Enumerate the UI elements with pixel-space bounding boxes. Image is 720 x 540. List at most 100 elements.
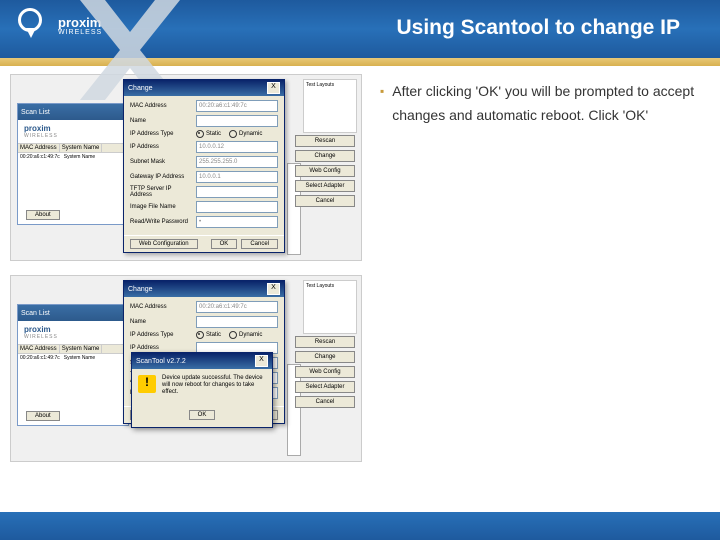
rescan-button[interactable]: Rescan: [295, 336, 355, 348]
scan-logo-sub: WIRELESS: [24, 133, 122, 139]
label-ip: IP Address: [130, 144, 192, 150]
table-row[interactable]: 00:20:a6:c1:49:7c System Name: [18, 153, 128, 161]
label-mac: MAC Address: [130, 304, 192, 310]
change-dialog-titlebar: Change X: [124, 80, 284, 96]
side-buttons: Rescan Change Web Config Select Adapter …: [295, 336, 355, 408]
scan-logo-brand: proxim: [24, 325, 122, 334]
web-config-button[interactable]: Web Configuration: [130, 239, 198, 249]
name-field[interactable]: [196, 316, 278, 328]
table-row[interactable]: 00:20:a6:c1:49:7c System Name: [18, 354, 128, 362]
mac-field[interactable]: 00:20:a6:c1:49:7c: [196, 301, 278, 313]
label-iptype: IP Address Type: [130, 131, 192, 137]
scan-logo-brand: proxim: [24, 124, 122, 133]
radio-dot-icon: [229, 331, 237, 339]
ok-button[interactable]: OK: [211, 239, 238, 249]
bullet-text: After clicking 'OK' you will be prompted…: [392, 80, 700, 128]
about-button[interactable]: About: [26, 411, 60, 421]
slide-content: Test Layouts Scan List proxim WIRELESS M…: [0, 66, 720, 510]
select-adapter-button[interactable]: Select Adapter: [295, 381, 355, 393]
change-button[interactable]: Change: [295, 150, 355, 162]
ok-button[interactable]: OK: [189, 410, 216, 420]
message-box-buttons: OK: [132, 403, 272, 427]
mac-field[interactable]: 00:20:a6:c1:49:7c: [196, 100, 278, 112]
message-box-body: Device update successful. The device wil…: [132, 369, 272, 403]
scan-table-header: MAC Address System Name: [18, 144, 128, 153]
radio-static[interactable]: Static: [196, 130, 221, 138]
image-field[interactable]: [196, 201, 278, 213]
scan-table: MAC Address System Name 00:20:a6:c1:49:7…: [18, 344, 128, 362]
reboot-message-box: ScanTool v2.7.2 X Device update successf…: [131, 352, 273, 428]
bullet-item: After clicking 'OK' you will be prompted…: [380, 80, 700, 128]
label-tftp: TFTP Server IP Address: [130, 186, 192, 198]
change-button[interactable]: Change: [295, 351, 355, 363]
scan-list-title: Scan List: [21, 310, 50, 317]
radio-dot-icon: [196, 331, 204, 339]
screenshot-bottom: Test Layouts Scan List proxim WIRELESS M…: [10, 275, 362, 462]
cancel-button[interactable]: Cancel: [241, 239, 278, 249]
slide-header: proxim WIRELESS Using Scantool to change…: [0, 0, 720, 58]
warning-icon: [138, 375, 156, 393]
change-dialog-titlebar: Change X: [124, 281, 284, 297]
tftp-field[interactable]: [196, 186, 278, 198]
cell-mac: 00:20:a6:c1:49:7c: [20, 154, 60, 160]
message-box-text: Device update successful. The device wil…: [162, 375, 266, 397]
change-dialog-body: MAC Address 00:20:a6:c1:49:7c Name IP Add…: [124, 96, 284, 235]
screenshots-column: Test Layouts Scan List proxim WIRELESS M…: [10, 74, 350, 476]
change-dialog-title: Change: [128, 286, 153, 293]
message-box-title: ScanTool v2.7.2: [136, 358, 186, 365]
scan-table: MAC Address System Name 00:20:a6:c1:49:7…: [18, 143, 128, 161]
cell-mac: 00:20:a6:c1:49:7c: [20, 355, 60, 361]
ip-type-radios: Static Dynamic: [196, 331, 262, 339]
scan-list-title: Scan List: [21, 109, 50, 116]
label-name: Name: [130, 118, 192, 124]
label-mac: MAC Address: [130, 103, 192, 109]
test-layouts-panel: Test Layouts: [303, 79, 357, 133]
cancel-button[interactable]: Cancel: [295, 396, 355, 408]
radio-dynamic[interactable]: Dynamic: [229, 331, 262, 339]
subnet-field[interactable]: 255.255.255.0: [196, 156, 278, 168]
label-iptype: IP Address Type: [130, 332, 192, 338]
label-pw: Read/Write Password: [130, 219, 192, 225]
side-buttons: Rescan Change Web Config Select Adapter …: [295, 135, 355, 207]
scan-table-header: MAC Address System Name: [18, 345, 128, 354]
cancel-button[interactable]: Cancel: [295, 195, 355, 207]
password-field[interactable]: •: [196, 216, 278, 228]
radio-dynamic[interactable]: Dynamic: [229, 130, 262, 138]
col-mac: MAC Address: [18, 345, 60, 353]
close-icon[interactable]: X: [267, 82, 280, 94]
rescan-button[interactable]: Rescan: [295, 135, 355, 147]
select-adapter-button[interactable]: Select Adapter: [295, 180, 355, 192]
scan-logo: proxim WIRELESS: [18, 321, 128, 344]
logo-mark-icon: [10, 8, 52, 44]
scan-list-titlebar: Scan List: [18, 305, 128, 321]
scan-logo: proxim WIRELESS: [18, 120, 128, 143]
web-config-button[interactable]: Web Config: [295, 165, 355, 177]
ip-field[interactable]: 10.0.0.12: [196, 141, 278, 153]
ip-type-radios: Static Dynamic: [196, 130, 262, 138]
cell-name: System Name: [64, 154, 95, 160]
close-icon[interactable]: X: [267, 283, 280, 295]
change-dialog-buttons: Web Configuration OK Cancel: [124, 235, 284, 252]
cell-name: System Name: [64, 355, 95, 361]
change-dialog-title: Change: [128, 85, 153, 92]
col-name: System Name: [60, 144, 103, 152]
gateway-field[interactable]: 10.0.0.1: [196, 171, 278, 183]
col-name: System Name: [60, 345, 103, 353]
label-gateway: Gateway IP Address: [130, 174, 192, 180]
radio-static[interactable]: Static: [196, 331, 221, 339]
message-box-titlebar: ScanTool v2.7.2 X: [132, 353, 272, 369]
col-mac: MAC Address: [18, 144, 60, 152]
about-button[interactable]: About: [26, 210, 60, 220]
change-dialog: Change X MAC Address 00:20:a6:c1:49:7c Na…: [123, 79, 285, 253]
scan-list-window: Scan List proxim WIRELESS MAC Address Sy…: [17, 304, 129, 426]
label-image: Image File Name: [130, 204, 192, 210]
radio-dot-icon: [196, 130, 204, 138]
close-icon[interactable]: X: [255, 355, 268, 367]
slide-title: Using Scantool to change IP: [396, 16, 680, 40]
label-subnet: Subnet Mask: [130, 159, 192, 165]
scan-list-window: Scan List proxim WIRELESS MAC Address Sy…: [17, 103, 129, 225]
web-config-button[interactable]: Web Config: [295, 366, 355, 378]
radio-dot-icon: [229, 130, 237, 138]
name-field[interactable]: [196, 115, 278, 127]
scan-logo-sub: WIRELESS: [24, 334, 122, 340]
